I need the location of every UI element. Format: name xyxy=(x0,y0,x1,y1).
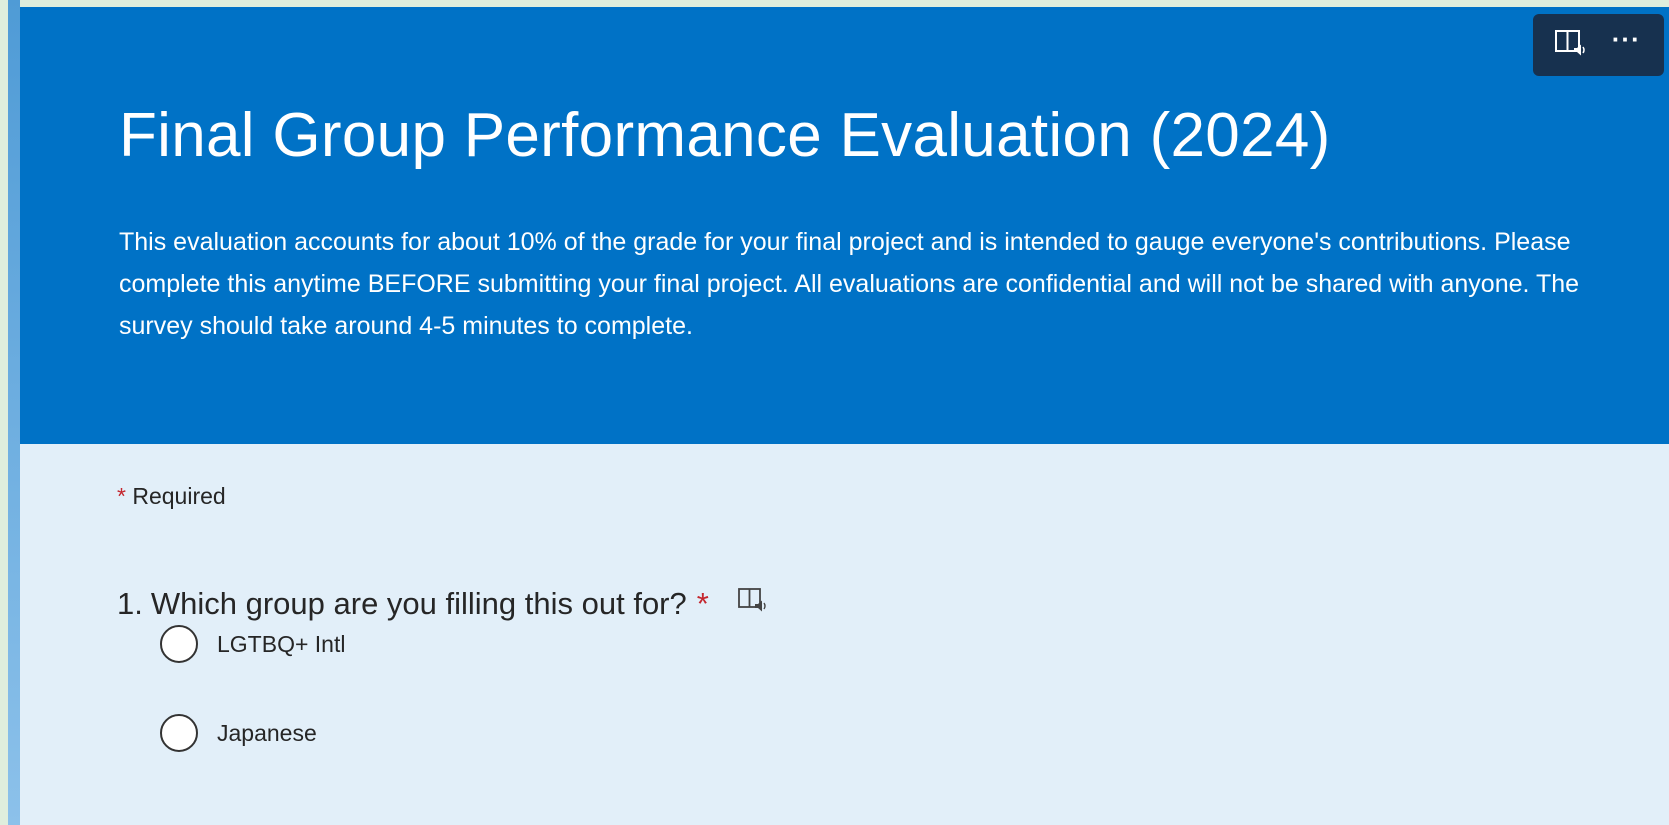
form-container: ··· Final Group Performance Evaluation (… xyxy=(20,7,1669,825)
question-immersive-reader-button[interactable] xyxy=(735,586,771,622)
immersive-reader-icon xyxy=(737,586,769,622)
form-header: ··· Final Group Performance Evaluation (… xyxy=(20,7,1669,444)
question-text: Which group are you filling this out for… xyxy=(150,586,687,621)
radio-button[interactable] xyxy=(160,625,198,663)
immersive-reader-button[interactable] xyxy=(1551,25,1591,65)
form-description: This evaluation accounts for about 10% o… xyxy=(119,228,1580,340)
question-required-star: * xyxy=(696,586,709,621)
question-1: 1. Which group are you filling this out … xyxy=(117,584,771,624)
question-number: 1. xyxy=(117,586,143,621)
more-options-button[interactable]: ··· xyxy=(1606,25,1646,65)
option-label: Japanese xyxy=(217,719,317,746)
more-options-icon: ··· xyxy=(1611,24,1641,54)
left-edge-strip xyxy=(8,0,20,825)
required-label: Required xyxy=(132,483,226,509)
required-note: * Required xyxy=(117,483,226,510)
option-japanese[interactable]: Japanese xyxy=(160,713,317,753)
required-star: * xyxy=(117,483,126,509)
radio-button[interactable] xyxy=(160,714,198,752)
option-lgtbq-intl[interactable]: LGTBQ+ Intl xyxy=(160,624,345,664)
option-label: LGTBQ+ Intl xyxy=(217,630,346,657)
form-title: Final Group Performance Evaluation (2024… xyxy=(119,101,1331,170)
header-toolbar: ··· xyxy=(1533,14,1664,76)
immersive-reader-icon xyxy=(1554,28,1588,63)
